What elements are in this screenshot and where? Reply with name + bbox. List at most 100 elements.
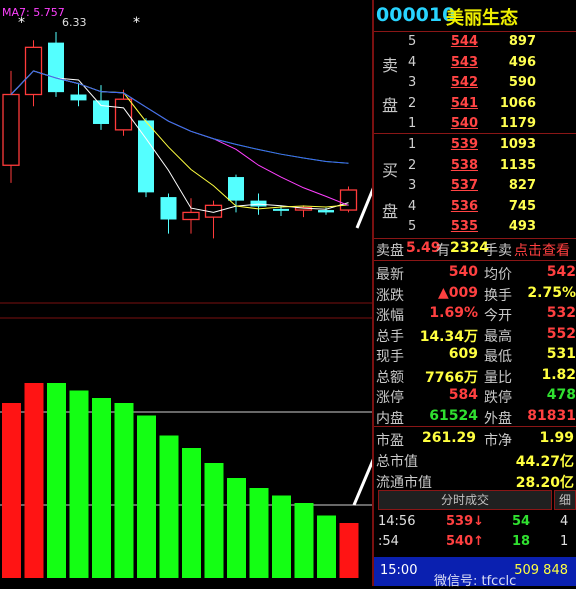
huanshou-label: 换手: [484, 287, 512, 304]
sell-level-row[interactable]: 4 543 496: [374, 55, 576, 77]
tick-count: 4: [560, 514, 569, 529]
level-number: 2: [408, 95, 417, 111]
ma-label: MA7: 5.757: [2, 6, 65, 19]
level-number: 5: [408, 34, 417, 49]
level-number: 4: [408, 54, 417, 70]
jinkai-value: 532: [546, 305, 576, 321]
pb-label: 市净: [484, 433, 512, 449]
divider: [374, 238, 576, 239]
total-mktcap-label: 总市值: [376, 454, 418, 470]
zuixin-value: 540: [448, 264, 478, 280]
sell-level-row[interactable]: 5 544 897: [374, 34, 576, 56]
stock-header[interactable]: 000010 美丽生态: [374, 4, 576, 30]
level-price: 544: [450, 34, 478, 49]
view-detail-link[interactable]: 点击查看: [514, 240, 570, 260]
order-imbalance-row: 卖盘 5.49 有 2324 手卖 点击查看: [374, 240, 576, 260]
xianshou-label: 现手: [376, 349, 404, 365]
candle-body: [2, 93, 20, 166]
level-price: 540: [450, 116, 478, 131]
tick-volume: 18: [512, 534, 531, 549]
tick-volume: 54: [512, 514, 531, 529]
zuixin-label: 最新: [376, 267, 404, 283]
zonge-label: 总额: [376, 369, 404, 386]
weibi-unit: 手卖: [484, 243, 512, 259]
level-number: 4: [408, 198, 417, 214]
liangbi-label: 量比: [484, 369, 512, 386]
zuidi-label: 最低: [484, 349, 512, 365]
macd-bar: [249, 488, 269, 578]
sell-level-row[interactable]: 3 542 590: [374, 75, 576, 97]
macd-bar: [2, 403, 21, 578]
divider: [374, 426, 576, 427]
level-number: 3: [408, 75, 417, 90]
zuigao-label: 最高: [484, 328, 512, 345]
level-volume: 1179: [499, 116, 536, 131]
macd-bar: [272, 495, 291, 578]
macd-bar: [92, 398, 111, 578]
candle-body: [160, 197, 177, 220]
ticks-header[interactable]: 分时成交: [378, 490, 552, 510]
level-volume: 493: [508, 219, 536, 234]
candle-body: [114, 98, 133, 131]
level-volume: 496: [508, 54, 536, 70]
last-tick-tail: 509 848: [514, 563, 568, 578]
jinkai-label: 今开: [484, 308, 512, 324]
zhangting-value: 584: [448, 387, 478, 403]
sell-level-row[interactable]: 2 541 1066: [374, 96, 576, 118]
tick-row[interactable]: :54 540↑ 18 1: [374, 534, 576, 554]
waipan-value: 81831: [527, 407, 576, 424]
divider: [374, 133, 576, 134]
level-number: 1: [408, 116, 417, 131]
candle-body: [48, 42, 64, 93]
zongshou-label: 总手: [376, 328, 404, 345]
zhangfu-label: 涨幅: [376, 308, 404, 324]
buy-level-row[interactable]: 1 539 1093: [374, 137, 576, 159]
star-marker: *: [133, 15, 140, 31]
level-volume: 1093: [499, 137, 536, 152]
macd-bar: [294, 503, 314, 578]
dieting-label: 跌停: [484, 390, 512, 406]
pe-label: 市盈: [376, 433, 404, 449]
ticks-detail-button[interactable]: 细: [554, 490, 576, 510]
pe-value: 261.29: [422, 430, 477, 446]
xianshou-value: 609: [448, 346, 478, 362]
star-marker: *: [18, 15, 25, 31]
huanshou-value: 2.75%: [527, 284, 576, 301]
candle-body: [70, 94, 87, 101]
watermark: 微信号: tfcclc: [434, 574, 517, 589]
level-volume: 897: [508, 34, 536, 49]
buy-level-row[interactable]: 3 537 827: [374, 178, 576, 200]
tick-price: 539↓: [446, 514, 485, 529]
level-volume: 827: [508, 178, 536, 193]
macd-bar: [69, 390, 89, 578]
buy-level-row[interactable]: 4 536 745: [374, 199, 576, 221]
zongshou-value: 14.34万: [419, 328, 478, 345]
candle-body: [339, 189, 358, 211]
candle-body: [318, 210, 334, 213]
kline-chart: MA7: 5.757 6.33 * *: [0, 0, 372, 586]
macd-bar: [339, 523, 359, 578]
candle-body: [182, 211, 200, 221]
level-price: 543: [450, 54, 478, 70]
level-price: 539: [450, 137, 478, 152]
tick-time: :54: [378, 534, 399, 549]
level-price: 535: [450, 219, 478, 234]
tick-row[interactable]: 14:56 539↓ 54 4: [374, 514, 576, 534]
level-price: 537: [450, 178, 478, 193]
candle-body: [273, 208, 289, 211]
zonge-value: 7766万: [425, 369, 478, 386]
total-mktcap-value: 44.27亿: [515, 454, 574, 470]
stock-name: 美丽生态: [446, 8, 518, 29]
level-number: 1: [408, 137, 417, 152]
zuidi-value: 531: [546, 346, 576, 362]
buy-level-row[interactable]: 2 538 1135: [374, 158, 576, 180]
divider: [374, 260, 576, 261]
zhangfu-value: 1.69%: [429, 305, 478, 321]
tick-count: 1: [560, 534, 569, 549]
quote-panel: 000010 美丽生态 卖 盘 5 544 897 4 543 496 3 542 590 2 54…: [374, 0, 576, 586]
level-number: 2: [408, 157, 417, 173]
junjia-value: 542: [546, 264, 576, 280]
sell-level-row[interactable]: 1 540 1179: [374, 116, 576, 138]
macd-bar: [24, 383, 44, 578]
tick-price: 540↑: [446, 534, 485, 549]
